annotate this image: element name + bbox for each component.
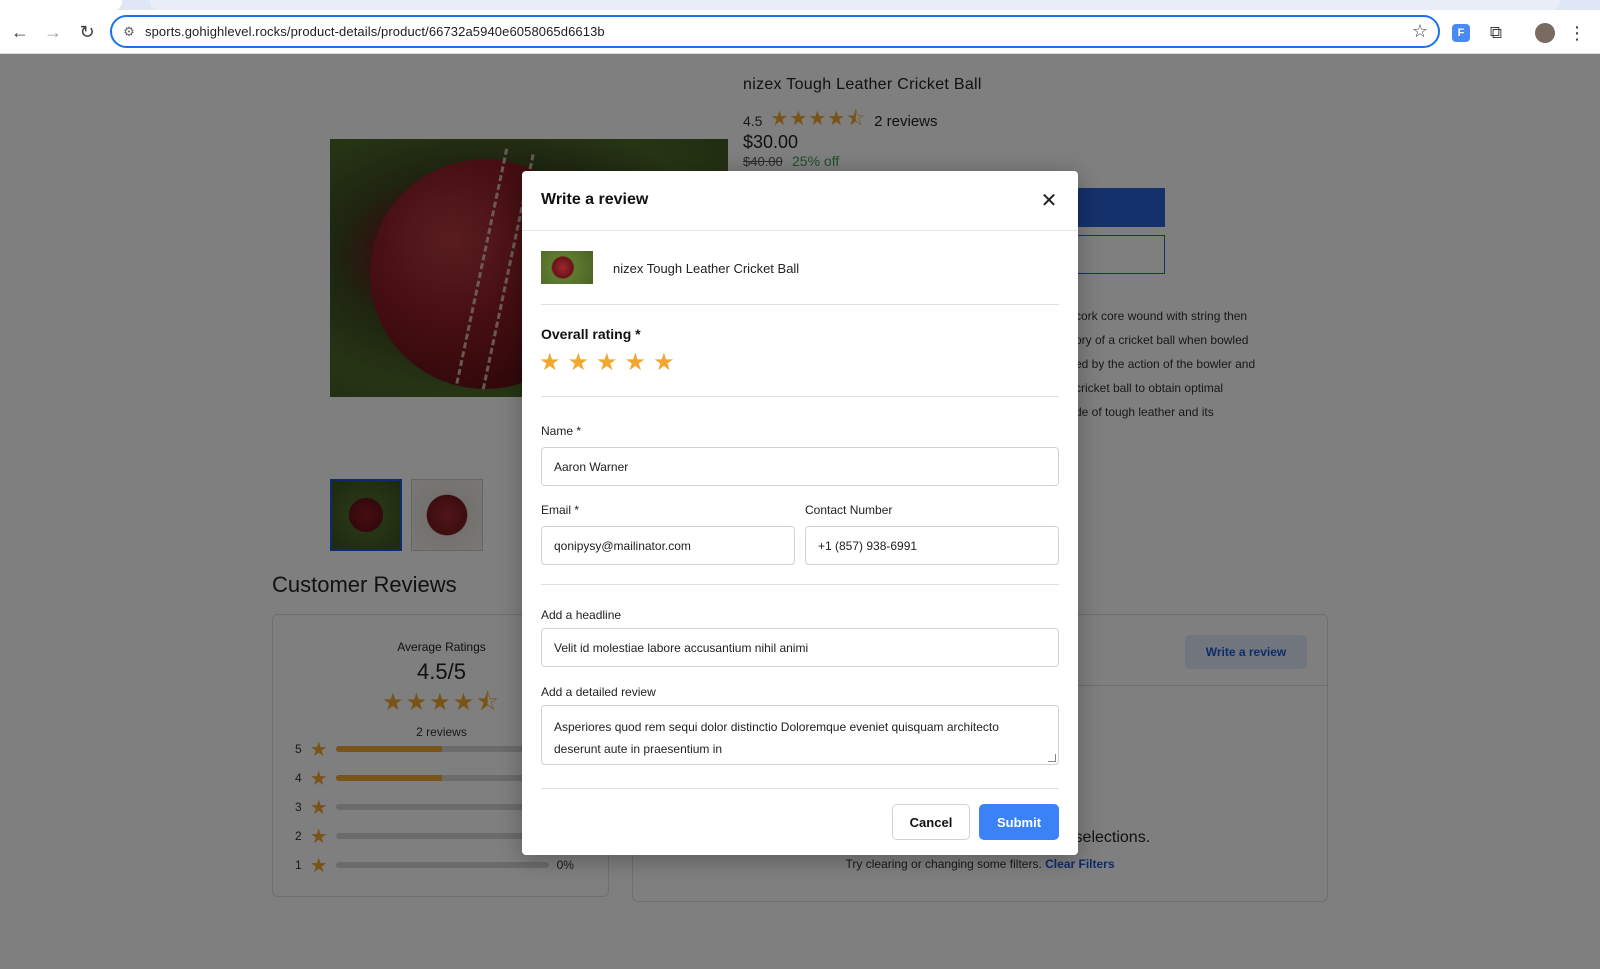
modal-product-name: nizex Tough Leather Cricket Ball [613,261,800,276]
detailed-review-text: Asperiores quod rem sequi dolor distinct… [554,720,999,756]
contact-number-field[interactable]: +1 (857) 938-6991 [805,526,1059,565]
site-info-icon[interactable]: ⚙ [120,23,138,41]
forward-arrow-icon[interactable]: → [40,19,66,45]
rating-star-3-icon[interactable]: ★ [596,349,618,377]
close-icon[interactable]: ✕ [1038,189,1060,212]
submit-button[interactable]: Submit [979,804,1059,840]
rating-star-2-icon[interactable]: ★ [568,349,590,377]
extensions-puzzle-icon[interactable]: ⧉ [1485,22,1507,44]
address-bar-url[interactable]: sports.gohighlevel.rocks/product-details… [145,24,605,39]
translate-extension-icon[interactable]: F [1452,24,1470,42]
back-arrow-icon[interactable]: ← [7,19,33,45]
modal-divider [541,304,1059,305]
modal-divider [541,396,1059,397]
rating-star-1-icon[interactable]: ★ [539,349,561,377]
name-field[interactable]: Aaron Warner [541,447,1059,486]
modal-header: Write a review ✕ [522,171,1078,231]
detailed-review-label: Add a detailed review [541,685,656,699]
active-tab[interactable] [0,0,122,10]
rating-star-5-icon[interactable]: ★ [653,349,675,377]
headline-field[interactable]: Velit id molestiae labore accusantium ni… [541,628,1059,667]
rating-star-4-icon[interactable]: ★ [625,349,647,377]
email-field[interactable]: qonipysy@mailinator.com [541,526,795,565]
browser-menu-icon[interactable]: ⋮ [1566,22,1588,44]
email-label: Email * [541,503,580,517]
write-review-modal: Write a review ✕ nizex Tough Leather Cri… [522,171,1078,855]
browser-toolbar: ← → ↻ ⚙ sports.gohighlevel.rocks/product… [0,10,1600,54]
modal-divider [541,584,1059,585]
tab-strip [0,0,1600,10]
profile-avatar[interactable] [1535,23,1555,43]
modal-title: Write a review [541,191,649,208]
reload-icon[interactable]: ↻ [74,19,100,45]
resize-handle-icon[interactable] [1048,754,1056,762]
overall-rating-stars: ★ ★ ★ ★ ★ [539,349,675,377]
headline-label: Add a headline [541,608,622,622]
modal-product-thumbnail [541,251,593,284]
detailed-review-textarea[interactable]: Asperiores quod rem sequi dolor distinct… [541,705,1059,765]
bookmark-star-icon[interactable]: ☆ [1412,21,1428,42]
cancel-button[interactable]: Cancel [892,804,970,840]
modal-divider [541,788,1059,789]
overall-rating-label: Overall rating * [541,326,641,342]
address-bar[interactable]: ⚙ sports.gohighlevel.rocks/product-detai… [110,15,1440,48]
tab-bar-background [150,0,1560,10]
contact-number-label: Contact Number [805,503,893,517]
name-label: Name * [541,424,582,438]
